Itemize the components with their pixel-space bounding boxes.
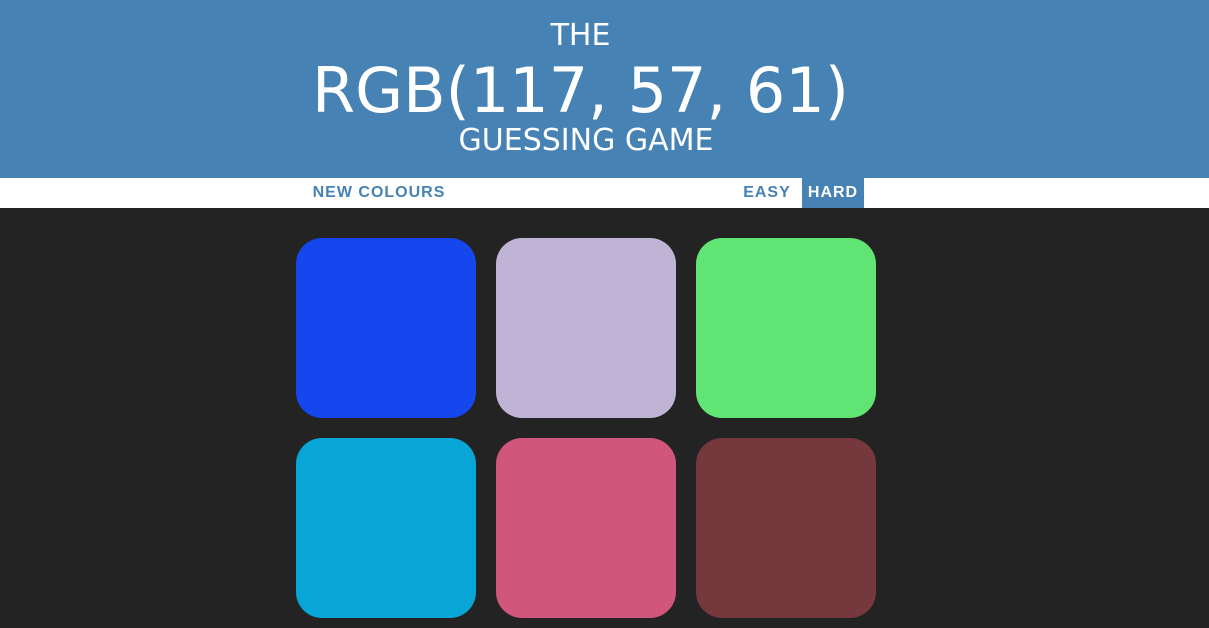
rgb-target-display: RGB(117, 57, 61) (312, 54, 849, 127)
new-colours-button[interactable]: NEW COLOURS (309, 178, 449, 208)
colour-square-1[interactable] (296, 238, 476, 418)
colour-square-6[interactable] (696, 438, 876, 618)
controls-bar: NEW COLOURS EASY HARD (0, 178, 1209, 208)
title-line-the: THE (550, 18, 611, 53)
colour-square-4[interactable] (296, 438, 476, 618)
colour-square-5[interactable] (496, 438, 676, 618)
hard-mode-button[interactable]: HARD (802, 178, 864, 208)
colour-square-2[interactable] (496, 238, 676, 418)
colour-square-3[interactable] (696, 238, 876, 418)
title-line-guessing-game: GUESSING GAME (458, 123, 714, 158)
easy-mode-button[interactable]: EASY (736, 178, 798, 208)
header: THE RGB(117, 57, 61) GUESSING GAME (0, 0, 1209, 178)
